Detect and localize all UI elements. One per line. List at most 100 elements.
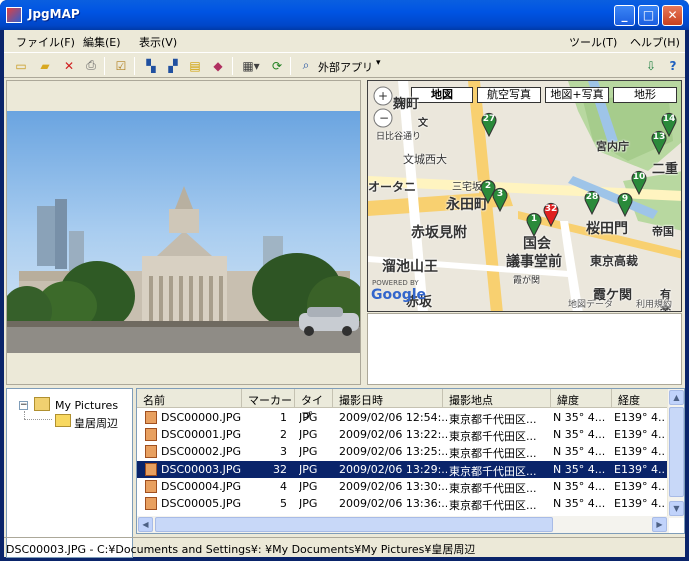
marker-label: 3: [496, 189, 504, 199]
map-marker[interactable]: 14: [660, 111, 677, 138]
map-tab-satellite[interactable]: 航空写真: [477, 87, 541, 103]
open-folder-icon[interactable]: ▰: [36, 57, 54, 74]
refresh-icon[interactable]: ⟳: [268, 57, 286, 74]
map-marker[interactable]: 32: [542, 201, 559, 228]
map-marker[interactable]: 27: [480, 111, 497, 138]
map-label: 文城西大: [403, 153, 447, 166]
table-cell: N 35° 4...: [553, 428, 606, 442]
layout-icon[interactable]: ▚: [142, 57, 160, 74]
jpg-file-icon: [145, 445, 157, 459]
table-row[interactable]: DSC00002.JPG 3 JPG 2009/02/06 13:25:... 東京都千…: [137, 443, 667, 460]
window-title: JpgMAP: [28, 7, 80, 21]
print-icon[interactable]: ⎙: [82, 57, 100, 74]
map-label: 利用規約: [636, 300, 673, 310]
table-row[interactable]: DSC00001.JPG 2 JPG 2009/02/06 13:22:... 東京都千…: [137, 426, 667, 443]
app-window: JpgMAP _ □ ✕ ファイル(F) 編集(E) 表示(V) ツール(T) …: [0, 0, 689, 561]
maximize-button[interactable]: □: [638, 5, 659, 26]
table-cell: 東京都千代田区...: [449, 499, 537, 512]
map-view[interactable]: + − 地図 航空写真 地図+写真 地形 麹町 文 宮内庁 文城西大 オータニ …: [367, 80, 682, 312]
table-cell: 2009/02/06 13:30:...: [339, 479, 447, 493]
column-header-name[interactable]: 名前: [137, 389, 242, 408]
scroll-right-button[interactable]: ▶: [652, 517, 667, 532]
close-button[interactable]: ✕: [662, 5, 683, 26]
marker-label: 32: [544, 204, 558, 214]
new-folder-icon[interactable]: ▭: [12, 57, 30, 74]
table-cell: JPG: [299, 428, 318, 442]
marker-label: 10: [632, 172, 646, 182]
menu-view[interactable]: 表示(V): [139, 34, 177, 50]
vertical-scrollbar[interactable]: ▲ ▼: [667, 389, 684, 518]
splitter[interactable]: [362, 80, 366, 385]
map-tab-map[interactable]: 地図: [411, 87, 473, 103]
scroll-down-button[interactable]: ▼: [669, 501, 684, 516]
table-cell: N 35° 4...: [553, 479, 606, 493]
tree-item-kokyo[interactable]: 皇居周辺: [74, 415, 118, 431]
status-bar: DSC00003.JPG - C:¥Documents and Settings…: [4, 537, 685, 557]
menu-edit[interactable]: 編集(E): [83, 34, 121, 50]
map-marker[interactable]: 1: [525, 211, 542, 238]
table-cell: 東京都千代田区...: [449, 447, 537, 461]
map-footer-area: [367, 313, 682, 385]
menu-tools[interactable]: ツール(T): [569, 34, 617, 50]
horizontal-scrollbar[interactable]: ◀ ▶: [137, 516, 669, 533]
tree-item-my-pictures[interactable]: My Pictures: [55, 399, 118, 412]
column-header-type[interactable]: タイプ: [295, 389, 333, 423]
map-marker[interactable]: 10: [630, 169, 647, 196]
scroll-thumb-h[interactable]: [155, 517, 553, 532]
table-cell: DSC00004.JPG: [161, 479, 241, 493]
map-marker[interactable]: 3: [491, 186, 508, 213]
map-label: 桜田門: [586, 221, 628, 237]
note-icon[interactable]: ▤: [186, 57, 204, 74]
column-header-latitude[interactable]: 緯度: [551, 389, 612, 408]
eraser-icon[interactable]: ◆: [209, 57, 227, 74]
layout2-icon[interactable]: ▞: [164, 57, 182, 74]
map-tab-hybrid[interactable]: 地図+写真: [545, 87, 609, 103]
search-icon[interactable]: ⌕: [297, 57, 315, 74]
toolbar-separator: [232, 57, 233, 75]
table-cell: 2: [280, 428, 287, 442]
table-row[interactable]: DSC00000.JPG 1 JPG 2009/02/06 12:54:... 東京都千…: [137, 409, 667, 426]
table-cell: DSC00000.JPG: [161, 411, 241, 424]
chevron-down-icon[interactable]: ▾: [376, 58, 381, 68]
menu-file[interactable]: ファイル(F): [16, 34, 75, 50]
minimize-button[interactable]: _: [614, 5, 635, 26]
table-row[interactable]: DSC00004.JPG 4 JPG 2009/02/06 13:30:... 東京都千…: [137, 478, 667, 495]
table-row[interactable]: DSC00003.JPG 32 JPG 2009/02/06 13:29:... 東京都…: [137, 460, 667, 478]
table-cell: 2009/02/06 12:54:...: [339, 411, 447, 424]
table-cell: E139° 4...: [614, 462, 666, 476]
column-header-date[interactable]: 撮影日時: [333, 389, 443, 408]
title-bar[interactable]: JpgMAP _ □ ✕: [0, 0, 689, 30]
table-row[interactable]: DSC00005.JPG 5 JPG 2009/02/06 13:36:... 東京都千…: [137, 495, 667, 512]
update-icon[interactable]: ⇩: [642, 57, 660, 74]
scroll-thumb[interactable]: [669, 407, 684, 497]
folder-tree[interactable]: − My Pictures 皇居周辺: [6, 388, 133, 558]
delete-icon[interactable]: ✕: [60, 57, 78, 74]
table-cell: DSC00005.JPG: [161, 497, 241, 510]
map-marker[interactable]: 28: [583, 189, 600, 216]
checklist-icon[interactable]: ☑: [112, 57, 130, 74]
column-header-location[interactable]: 撮影地点: [443, 389, 551, 408]
collapse-toggle[interactable]: −: [19, 401, 28, 410]
scroll-up-button[interactable]: ▲: [669, 390, 684, 405]
table-cell: N 35° 4...: [553, 462, 606, 476]
table-cell: E139° 4...: [614, 445, 666, 459]
table-cell: 2009/02/06 13:22:...: [339, 428, 447, 442]
help-icon[interactable]: ?: [664, 57, 682, 74]
table-cell: 1: [280, 411, 287, 424]
column-header-marker[interactable]: マーカー: [242, 389, 295, 408]
grid-dropdown-icon[interactable]: ▦▾: [238, 57, 264, 74]
column-header-longitude[interactable]: 経度: [612, 389, 670, 408]
table-cell: 東京都千代田区...: [449, 413, 537, 426]
scroll-left-button[interactable]: ◀: [138, 517, 153, 532]
menu-bar: ファイル(F) 編集(E) 表示(V) ツール(T) ヘルプ(H): [4, 30, 685, 52]
map-tab-terrain[interactable]: 地形: [613, 87, 677, 103]
map-label: オータニ: [368, 180, 417, 194]
map-label: 日比谷通り: [376, 132, 422, 142]
table-cell: N 35° 4...: [553, 445, 606, 459]
table-cell: 東京都千代田区...: [449, 430, 537, 444]
marker-label: 14: [662, 114, 676, 124]
map-label: 赤坂見附: [411, 225, 467, 241]
external-apps-menu[interactable]: 外部アプリ: [318, 59, 373, 75]
menu-help[interactable]: ヘルプ(H): [630, 34, 680, 50]
file-list[interactable]: 名前 マーカー タイプ 撮影日時 撮影地点 緯度 経度 DSC00000.JPG…: [136, 388, 685, 534]
